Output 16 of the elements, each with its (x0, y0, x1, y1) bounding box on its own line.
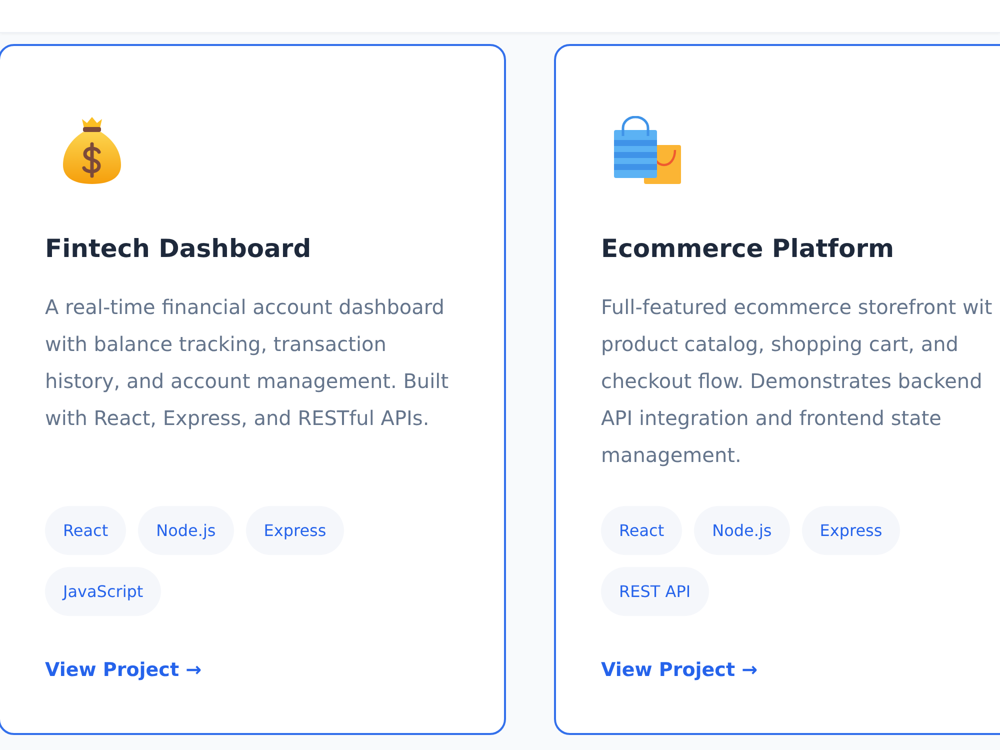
tech-tag: REST API (601, 567, 709, 616)
project-title: Fintech Dashboard (45, 233, 312, 265)
tech-tag: Node.js (138, 506, 234, 555)
shopping-bags-icon (613, 116, 681, 184)
tech-tag: React (601, 506, 682, 555)
project-description: Full-featured ecommerce storefront wit product catalog, shopping cart, and checkout flow. Demonstrates backend API integration and frontend state management. (601, 294, 992, 469)
tech-tag: React (45, 506, 126, 555)
tech-tag: JavaScript (45, 567, 162, 616)
tech-tag: Express (802, 506, 900, 555)
project-description: A real-time financial account dashboard with balance tracking, transaction history, and account management. Built with React, Express, and RESTful APIs. (45, 294, 449, 432)
money-bag-icon (63, 117, 121, 184)
view-project-link[interactable]: View Project → (45, 656, 202, 684)
project-title: Ecommerce Platform (601, 233, 894, 265)
view-project-link[interactable]: View Project → (601, 656, 758, 684)
tech-tag: Node.js (694, 506, 790, 555)
tech-tag: Express (246, 506, 344, 555)
